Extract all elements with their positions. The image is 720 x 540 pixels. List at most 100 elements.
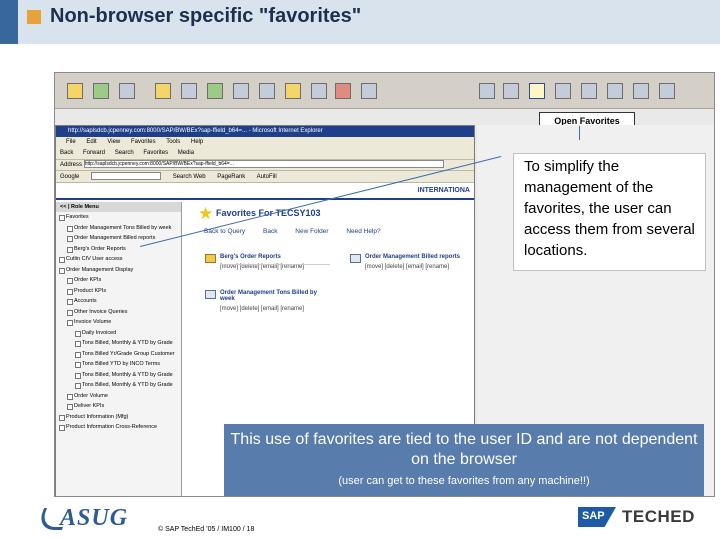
need-help-link[interactable]: Need Help? bbox=[346, 228, 380, 235]
role-menu-item[interactable]: Accounts bbox=[56, 296, 181, 307]
table-icon[interactable] bbox=[181, 83, 197, 99]
banner-sub-text: (user can get to these favorites from an… bbox=[338, 475, 590, 487]
address-bar: Address http://saplsdcb.jcpenney.com:800… bbox=[56, 160, 474, 171]
save-as-icon[interactable] bbox=[503, 83, 519, 99]
favorite-report[interactable]: Order Management Tons Billed by week [mo… bbox=[205, 290, 330, 312]
google-search-input[interactable] bbox=[91, 172, 162, 181]
favorites-links: Back to Query Back New Folder Need Help? bbox=[204, 228, 397, 235]
role-menu-item[interactable]: Berg's Order Reports bbox=[56, 244, 181, 255]
explanation-note: To simplify the management of the favori… bbox=[513, 153, 706, 271]
role-menu-item[interactable]: Cutlin CIV User access bbox=[56, 254, 181, 265]
mail-icon[interactable] bbox=[581, 83, 597, 99]
header-bullet-square bbox=[27, 10, 41, 24]
role-menu-item[interactable]: Favorites bbox=[56, 212, 181, 223]
new-folder-link[interactable]: New Folder bbox=[295, 228, 328, 235]
tree-icon[interactable] bbox=[119, 83, 135, 99]
role-menu-header[interactable]: << | Role Menu bbox=[56, 202, 181, 212]
favorite-name[interactable]: Order Management Billed reports bbox=[365, 254, 460, 260]
filter-icon[interactable] bbox=[233, 83, 249, 99]
sap-logo-text: SAP bbox=[582, 510, 605, 522]
report-icon bbox=[350, 254, 361, 263]
favorites-pane: ★ Favorites For TECSY103 Back to Query B… bbox=[190, 204, 474, 384]
favorite-report[interactable]: Order Management Billed reports [move] [… bbox=[350, 254, 460, 270]
slide-header: Non-browser specific "favorites" bbox=[0, 0, 720, 44]
favorite-name[interactable]: Berg's Order Reports bbox=[220, 254, 304, 260]
menu-favorites[interactable]: Favorites bbox=[131, 139, 156, 145]
portal-brand-text: INTERNATIONA bbox=[417, 187, 470, 194]
role-menu-item[interactable]: Tons Billed Yr/Grade Group Customer bbox=[56, 349, 181, 360]
google-label: Google bbox=[60, 174, 80, 180]
folder-icon bbox=[205, 254, 216, 263]
asug-logo: ASUG bbox=[60, 505, 129, 531]
app-toolbar bbox=[55, 73, 714, 109]
role-menu-item[interactable]: Order KPIs bbox=[56, 275, 181, 286]
back-button[interactable]: Back bbox=[60, 150, 73, 156]
role-menu-item[interactable]: Tons Billed, Monthly & YTD by Grade bbox=[56, 338, 181, 349]
info-icon[interactable] bbox=[555, 83, 571, 99]
browser-title-bar: http://saplsdcb.jcpenney.com:8000/SAP/BW… bbox=[56, 126, 474, 137]
google-autofill[interactable]: AutoFill bbox=[257, 174, 277, 180]
portal-banner: INTERNATIONA bbox=[56, 184, 474, 200]
leader-line bbox=[579, 126, 580, 140]
open-favorites-icon[interactable] bbox=[529, 83, 545, 99]
back-link[interactable]: Back bbox=[263, 228, 277, 235]
favorites-button[interactable]: Favorites bbox=[143, 150, 168, 156]
settings-icon[interactable] bbox=[335, 83, 351, 99]
role-menu-item[interactable]: Product Information Cross-Reference bbox=[56, 422, 181, 433]
layout-icon[interactable] bbox=[155, 83, 171, 99]
slide-title: Non-browser specific "favorites" bbox=[50, 5, 362, 27]
favorite-folder[interactable]: Berg's Order Reports [move] [delete] [em… bbox=[205, 254, 304, 270]
banner-main-text: This use of favorites are tied to the us… bbox=[230, 431, 698, 468]
info-banner: This use of favorites are tied to the us… bbox=[224, 424, 704, 496]
address-label: Address bbox=[60, 162, 83, 168]
copyright: © SAP TechEd ’05 / IM100 / 18 bbox=[158, 526, 255, 533]
calculator-icon[interactable] bbox=[93, 83, 109, 99]
favorite-name[interactable]: Order Management Tons Billed by week bbox=[220, 290, 330, 302]
address-input[interactable]: http://saplsdcb.jcpenney.com:8000/SAP/BW… bbox=[83, 160, 444, 169]
refresh-icon[interactable] bbox=[607, 83, 623, 99]
role-menu-item[interactable]: Product KPIs bbox=[56, 286, 181, 297]
google-toolbar: Google Search Web PageRank AutoFill bbox=[56, 171, 474, 183]
document-icon[interactable] bbox=[285, 83, 301, 99]
role-menu-item[interactable]: Other Invoice Queries bbox=[56, 307, 181, 318]
print-icon[interactable] bbox=[311, 83, 327, 99]
layers-icon[interactable] bbox=[633, 83, 649, 99]
role-menu-item[interactable]: Order Management Display bbox=[56, 265, 181, 276]
google-pagerank[interactable]: PageRank bbox=[217, 174, 245, 180]
favorite-actions[interactable]: [move] [delete] [email] [rename] bbox=[220, 306, 330, 312]
menu-help[interactable]: Help bbox=[191, 139, 203, 145]
forward-button[interactable]: Forward bbox=[83, 150, 105, 156]
role-menu-item[interactable]: Order Management Billed reports bbox=[56, 233, 181, 244]
role-menu-item[interactable]: Order Volume bbox=[56, 391, 181, 402]
role-menu-item[interactable]: Tons Billed YTD by INCO Terms bbox=[56, 359, 181, 370]
save-icon[interactable] bbox=[479, 83, 495, 99]
header-accent-bar bbox=[0, 0, 18, 44]
search-button[interactable]: Search bbox=[115, 150, 134, 156]
close-icon[interactable] bbox=[659, 83, 675, 99]
role-menu-item[interactable]: Deliver KPIs bbox=[56, 401, 181, 412]
browser-toolbar: Back Forward Search Favorites Media bbox=[56, 147, 474, 160]
chart-icon[interactable] bbox=[207, 83, 223, 99]
browser-menu-bar: File Edit View Favorites Tools Help bbox=[56, 137, 474, 147]
role-menu-item[interactable]: Tons Billed, Monthly & YTD by Grade bbox=[56, 370, 181, 381]
menu-view[interactable]: View bbox=[107, 139, 120, 145]
favorite-actions[interactable]: [move] [delete] [email] [rename] bbox=[365, 264, 460, 270]
menu-tools[interactable]: Tools bbox=[166, 139, 180, 145]
grid-icon[interactable] bbox=[259, 83, 275, 99]
role-menu-item[interactable]: Product Information (Mfg) bbox=[56, 412, 181, 423]
google-search-web[interactable]: Search Web bbox=[173, 174, 206, 180]
home-icon[interactable] bbox=[67, 83, 83, 99]
divider bbox=[220, 264, 330, 265]
role-menu-item[interactable]: Invoice Volume bbox=[56, 317, 181, 328]
role-menu-item[interactable]: Daily Invoiced bbox=[56, 328, 181, 339]
role-menu-item[interactable]: Tons Billed, Monthly & YTD by Grade bbox=[56, 380, 181, 391]
role-menu-item[interactable]: Order Management Tons Billed by week bbox=[56, 223, 181, 234]
menu-edit[interactable]: Edit bbox=[86, 139, 96, 145]
export-icon[interactable] bbox=[361, 83, 377, 99]
report-icon bbox=[205, 290, 216, 299]
star-icon: ★ bbox=[198, 204, 214, 223]
role-menu: << | Role Menu Favorites Order Managemen… bbox=[56, 202, 182, 496]
media-button[interactable]: Media bbox=[178, 150, 194, 156]
teched-logo: TECHED bbox=[622, 507, 695, 526]
menu-file[interactable]: File bbox=[66, 139, 76, 145]
